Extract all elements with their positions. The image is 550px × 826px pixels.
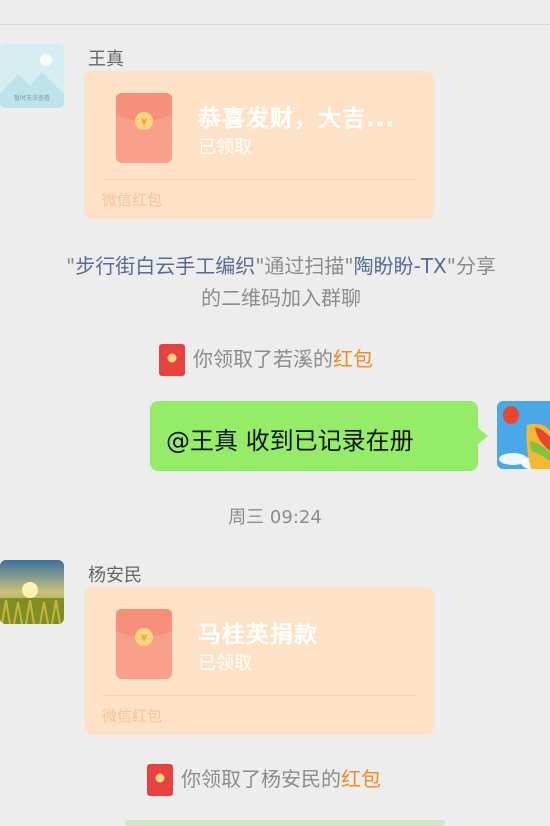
system-received-notice: 你领取了杨安民的红包: [181, 763, 381, 795]
image-placeholder-icon: 暂时无法查看: [0, 44, 64, 108]
top-divider: [0, 24, 550, 25]
outgoing-message-bubble[interactable]: @王真 收到已记录在册: [150, 401, 488, 471]
red-packet-icon: ¥: [116, 609, 172, 679]
system-join-notice: "步行街白云手工编织"通过扫描"陶盼盼-TX"分享 的二维码加入群聊: [36, 250, 526, 314]
red-packet-message[interactable]: ¥ 马桂英捐款 已领取 微信红包: [84, 587, 434, 735]
red-packet-status: 已领取: [198, 137, 252, 158]
red-packet-icon: ¥: [116, 93, 172, 163]
red-packet-footer: 微信红包: [102, 191, 163, 209]
timestamp: 周三 09:24: [228, 507, 322, 528]
received-prefix: 你领取了若溪的: [193, 347, 333, 371]
red-packet-icon: [159, 344, 185, 376]
sunset-field-avatar: [0, 560, 64, 624]
avatar-self[interactable]: [497, 401, 550, 469]
red-packet-divider: [102, 179, 416, 180]
red-packet-link[interactable]: 红包: [341, 767, 381, 791]
join-notice-line2: 的二维码加入群聊: [201, 286, 361, 310]
received-prefix: 你领取了杨安民的: [181, 767, 341, 791]
svg-text:¥: ¥: [141, 117, 147, 128]
hot-air-balloon-avatar: [497, 401, 550, 469]
svg-text:¥: ¥: [141, 633, 147, 644]
sender-name: 王真: [88, 49, 124, 70]
joiner-link[interactable]: 步行街白云手工编织: [75, 254, 255, 278]
red-packet-title: 马桂英捐款: [198, 622, 318, 648]
sharer-link[interactable]: 陶盼盼-TX: [354, 254, 447, 278]
sender-name: 杨安民: [88, 565, 142, 586]
red-packet-title: 恭喜发财，大吉...: [198, 106, 396, 132]
red-packet-icon: [147, 764, 173, 796]
avatar-wang-zhen[interactable]: 暂时无法查看: [0, 44, 64, 108]
avatar-caption: 暂时无法查看: [14, 94, 50, 102]
share-suffix: "分享: [446, 254, 496, 278]
red-packet-footer: 微信红包: [102, 707, 163, 725]
avatar-yang-anmin[interactable]: [0, 560, 64, 624]
red-packet-link[interactable]: 红包: [333, 347, 373, 371]
system-received-notice: 你领取了若溪的红包: [193, 343, 373, 375]
red-packet-divider: [102, 695, 416, 696]
quote-open: ": [66, 254, 76, 278]
red-packet-status: 已领取: [198, 653, 252, 674]
next-message-edge: [125, 820, 445, 826]
via-text: "通过扫描": [255, 254, 354, 278]
outgoing-message-text: @王真 收到已记录在册: [166, 427, 414, 455]
red-packet-message[interactable]: ¥ 恭喜发财，大吉... 已领取 微信红包: [84, 71, 434, 219]
